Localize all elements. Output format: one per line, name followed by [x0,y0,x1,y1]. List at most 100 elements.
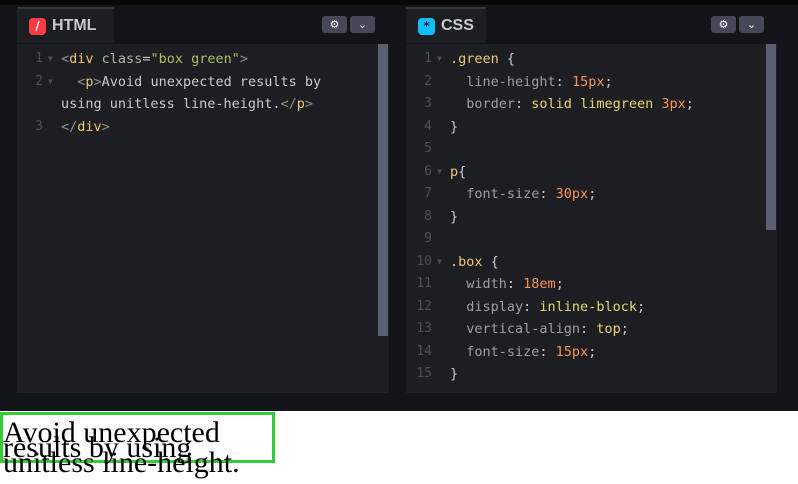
code-line[interactable]: 11 width: 18em; [406,273,777,296]
line-number: 2 [35,73,43,89]
css-code-editor[interactable]: 1 ▼ .green {2 line-height: 15px; 3 border: … [406,44,777,393]
line-number: 10 [416,253,432,269]
line-number: 1 [424,51,432,66]
line-number: 14 [416,343,432,359]
html-scrollbar[interactable] [378,44,388,336]
code-text: p{ [450,161,466,184]
code-token: ; [555,276,564,292]
code-token: : [539,186,556,202]
code-text: font-size: 30px; [450,183,596,206]
code-token: font-size [450,343,540,360]
code-text: display: inline-block; [450,296,645,319]
code-line[interactable]: 10 ▼ .box { [406,251,777,274]
code-line[interactable]: 8} [406,206,777,229]
code-token: } [450,208,459,225]
code-token: : [506,276,524,292]
code-token: using unitless line-height. [61,96,281,112]
html-tab-title: HTML [52,17,97,34]
css-tab[interactable]: * CSS [406,7,486,43]
css-editor-pane[interactable]: * CSS ⚙ ⌄ 1 ▼ .green {2 line-height: 15px;… [406,5,777,393]
code-token: : [523,298,540,315]
line-number: 15 [416,366,432,381]
code-token: > [93,73,102,90]
code-line[interactable]: 15} [406,363,777,386]
code-token: solid [531,96,572,112]
code-line[interactable]: 2 ▼ <p>Avoid unexpected results by [17,71,389,94]
code-line[interactable]: 4} [406,116,777,139]
fold-arrow-icon[interactable]: ▼ [437,251,442,274]
code-text: vertical-align: top; [450,318,629,341]
code-token: class [93,51,143,67]
code-token: top [596,321,621,337]
code-text: <div class="box green"> [61,48,248,71]
css-scrollbar[interactable] [766,44,776,230]
code-text: } [450,206,458,229]
html-icon: / [29,17,46,35]
code-token: p [296,96,305,112]
code-line[interactable]: 3 </div> [17,116,389,139]
code-line[interactable]: 9 [406,228,777,251]
code-text: .green { [450,48,515,71]
line-number: 1 [35,51,43,66]
css-tab-title: CSS [441,17,474,34]
code-token: limegreen [580,96,654,112]
html-collapse-button[interactable]: ⌄ [350,16,375,33]
html-editor-pane[interactable]: / HTML ⚙ ⌄ 1 ▼ <div class="box green"> 2 ▼ <… [17,5,389,393]
line-number: 3 [35,118,43,134]
preview-resize-bar[interactable] [0,393,798,411]
line-number: 12 [416,298,432,314]
code-token: .box [450,253,483,270]
code-token: div [77,118,102,135]
code-line[interactable]: 1 ▼ .green { [406,48,777,71]
css-tab-controls: ⚙ ⌄ [711,16,764,33]
code-text: using unitless line-height.</p> [61,93,313,116]
code-token: line-height [450,73,556,90]
code-token: ; [588,186,597,202]
fold-arrow-icon[interactable]: ▼ [437,48,442,71]
fold-arrow-icon[interactable]: ▼ [48,71,53,94]
code-token: { [482,253,499,270]
code-line[interactable]: 14 font-size: 15px; [406,341,777,364]
fold-arrow-icon[interactable]: ▼ [48,48,53,71]
code-token: : [555,73,572,90]
code-token: p [450,163,459,180]
code-token: } [450,118,459,135]
code-line[interactable]: 5 [406,138,777,161]
code-line[interactable]: 1 ▼ <div class="box green"> [17,48,389,71]
code-token: "box green" [150,51,240,67]
code-line[interactable]: 3 border: solid limegreen 3px; [406,93,777,116]
code-token: div [69,51,94,67]
code-text: <p>Avoid unexpected results by [61,71,321,94]
code-token: Avoid unexpected results by [101,73,322,90]
line-number: 9 [424,231,432,246]
code-token: : [580,321,597,337]
code-token: > [304,96,313,112]
code-line[interactable]: 6 ▼ p{ [406,161,777,184]
css-collapse-button[interactable]: ⌄ [739,16,764,33]
code-token: < [61,51,70,67]
code-line[interactable]: 12 display: inline-block; [406,296,777,319]
html-code-editor[interactable]: 1 ▼ <div class="box green"> 2 ▼ <p>Avoid une… [17,44,389,393]
code-line[interactable]: 13 vertical-align: top; [406,318,777,341]
line-number: 4 [424,118,432,134]
gear-icon: ⚙ [329,18,340,31]
code-token: </ [61,118,78,135]
chevron-down-icon: ⌄ [357,18,368,31]
code-text: } [450,363,458,386]
code-token: p [85,73,94,90]
code-token: display [450,298,524,315]
preview-paragraph: Avoid unexpected results by using unitle… [3,416,240,479]
code-line[interactable]: 2 line-height: 15px; [406,71,777,94]
code-line[interactable]: using unitless line-height.</p> [17,93,389,116]
line-number: 11 [416,276,432,291]
code-line[interactable]: 7 font-size: 30px; [406,183,777,206]
html-settings-button[interactable]: ⚙ [322,16,347,33]
css-settings-button[interactable]: ⚙ [711,16,736,33]
code-text: line-height: 15px; [450,71,612,94]
html-tab[interactable]: / HTML [17,7,114,43]
code-text: .box { [450,251,499,274]
line-number: 3 [424,96,432,111]
code-token: vertical-align [450,321,581,337]
code-text: border: solid limegreen 3px; [450,93,694,116]
fold-arrow-icon[interactable]: ▼ [437,161,442,184]
